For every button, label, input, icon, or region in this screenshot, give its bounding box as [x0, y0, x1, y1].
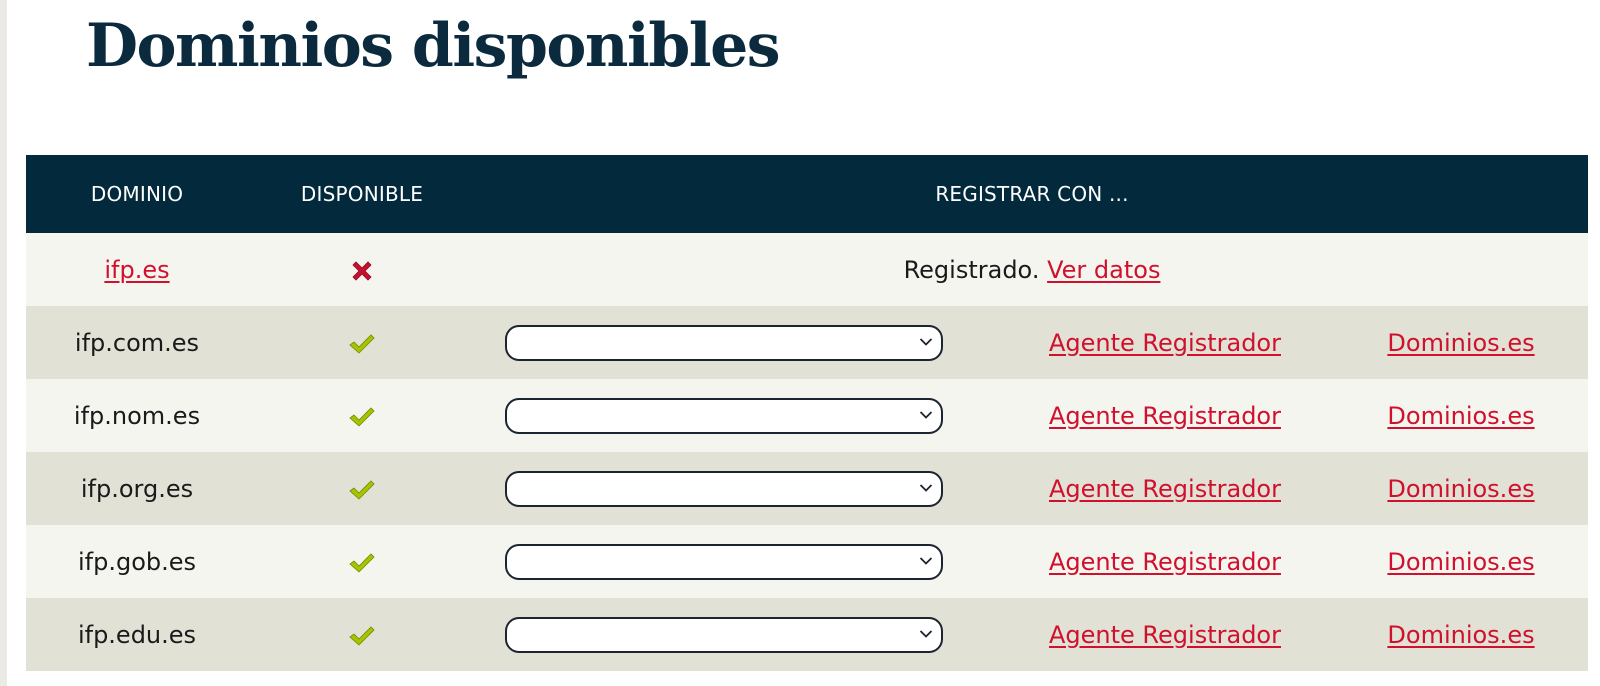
- registrar-select[interactable]: [505, 616, 943, 653]
- dominios-es-link[interactable]: Dominios.es: [1387, 329, 1534, 357]
- chevron-down-icon: [919, 629, 933, 638]
- availability-cell: [248, 525, 476, 598]
- registrar-select-cell: [476, 525, 996, 598]
- table-row: ifp.edu.es Agente Registrador Dominios.e…: [26, 598, 1589, 671]
- availability-cell: [248, 233, 476, 306]
- ver-datos-link[interactable]: Ver datos: [1047, 256, 1160, 284]
- table-row-registered: ifp.es Registrado. Ver datos: [26, 233, 1589, 306]
- agente-registrador-link[interactable]: Agente Registrador: [1049, 475, 1281, 503]
- table-row: ifp.org.es Agente Registrador Dominios.e…: [26, 452, 1589, 525]
- agente-registrador-link[interactable]: Agente Registrador: [1049, 548, 1281, 576]
- domain-cell: ifp.es: [26, 233, 248, 306]
- table-row: ifp.gob.es Agente Registrador Dominios.e…: [26, 525, 1589, 598]
- check-icon: [349, 552, 375, 573]
- registrar-select[interactable]: [505, 543, 943, 580]
- registrar-select-cell: [476, 598, 996, 671]
- cross-icon: [352, 260, 372, 281]
- registrar-select[interactable]: [505, 324, 943, 361]
- dominios-es-cell: Dominios.es: [1334, 452, 1588, 525]
- chevron-down-icon: [919, 556, 933, 565]
- agente-registrador-link[interactable]: Agente Registrador: [1049, 329, 1281, 357]
- agente-registrador-link[interactable]: Agente Registrador: [1049, 402, 1281, 430]
- availability-cell: [248, 306, 476, 379]
- table-row: ifp.com.es Agente Registrador Dominios.e…: [26, 306, 1589, 379]
- availability-cell: [248, 598, 476, 671]
- dominios-es-link[interactable]: Dominios.es: [1387, 621, 1534, 649]
- registrar-select-cell: [476, 452, 996, 525]
- check-icon: [349, 479, 375, 500]
- availability-cell: [248, 452, 476, 525]
- chevron-down-icon: [919, 410, 933, 419]
- table-header: DOMINIO DISPONIBLE REGISTRAR CON ...: [26, 155, 1589, 233]
- header-registrar-con: REGISTRAR CON ...: [935, 182, 1129, 206]
- registrar-select-cell: [476, 379, 996, 452]
- domains-table: DOMINIO DISPONIBLE REGISTRAR CON ... ifp…: [26, 155, 1589, 671]
- registrar-select[interactable]: [505, 470, 943, 507]
- domain-cell: ifp.org.es: [80, 474, 194, 503]
- table-header-row: DOMINIO DISPONIBLE REGISTRAR CON ...: [26, 155, 1589, 233]
- dominios-es-cell: Dominios.es: [1334, 525, 1588, 598]
- domain-link[interactable]: ifp.es: [104, 256, 169, 284]
- agente-registrador-link[interactable]: Agente Registrador: [1049, 621, 1281, 649]
- chevron-down-icon: [919, 337, 933, 346]
- dominios-es-cell: Dominios.es: [1334, 379, 1588, 452]
- page-title: Dominios disponibles: [86, 11, 781, 81]
- agent-cell: Agente Registrador: [996, 598, 1334, 671]
- check-icon: [349, 406, 375, 427]
- dominios-es-link[interactable]: Dominios.es: [1387, 548, 1534, 576]
- table-body: ifp.es Registrado. Ver datos ifp.com.es: [26, 233, 1589, 671]
- domain-cell: ifp.com.es: [74, 328, 200, 357]
- domain-cell: ifp.gob.es: [77, 547, 197, 576]
- check-icon: [349, 625, 375, 646]
- agent-cell: Agente Registrador: [996, 452, 1334, 525]
- agent-cell: Agente Registrador: [996, 306, 1334, 379]
- chevron-down-icon: [919, 483, 933, 492]
- registrar-select[interactable]: [505, 397, 943, 434]
- agent-cell: Agente Registrador: [996, 379, 1334, 452]
- dominios-es-link[interactable]: Dominios.es: [1387, 402, 1534, 430]
- dominios-es-cell: Dominios.es: [1334, 598, 1588, 671]
- table-row: ifp.nom.es Agente Registrador Dominios.e…: [26, 379, 1589, 452]
- availability-cell: [248, 379, 476, 452]
- header-dominio: DOMINIO: [90, 182, 184, 206]
- registered-cell: Registrado. Ver datos: [476, 233, 1588, 306]
- page-left-edge: [0, 0, 7, 686]
- agent-cell: Agente Registrador: [996, 525, 1334, 598]
- dominios-es-cell: Dominios.es: [1334, 306, 1588, 379]
- check-icon: [349, 333, 375, 354]
- registered-label: Registrado.: [903, 255, 1040, 284]
- domain-cell: ifp.nom.es: [73, 401, 201, 430]
- registrar-select-cell: [476, 306, 996, 379]
- dominios-es-link[interactable]: Dominios.es: [1387, 475, 1534, 503]
- domain-cell: ifp.edu.es: [77, 620, 197, 649]
- header-disponible: DISPONIBLE: [300, 182, 424, 206]
